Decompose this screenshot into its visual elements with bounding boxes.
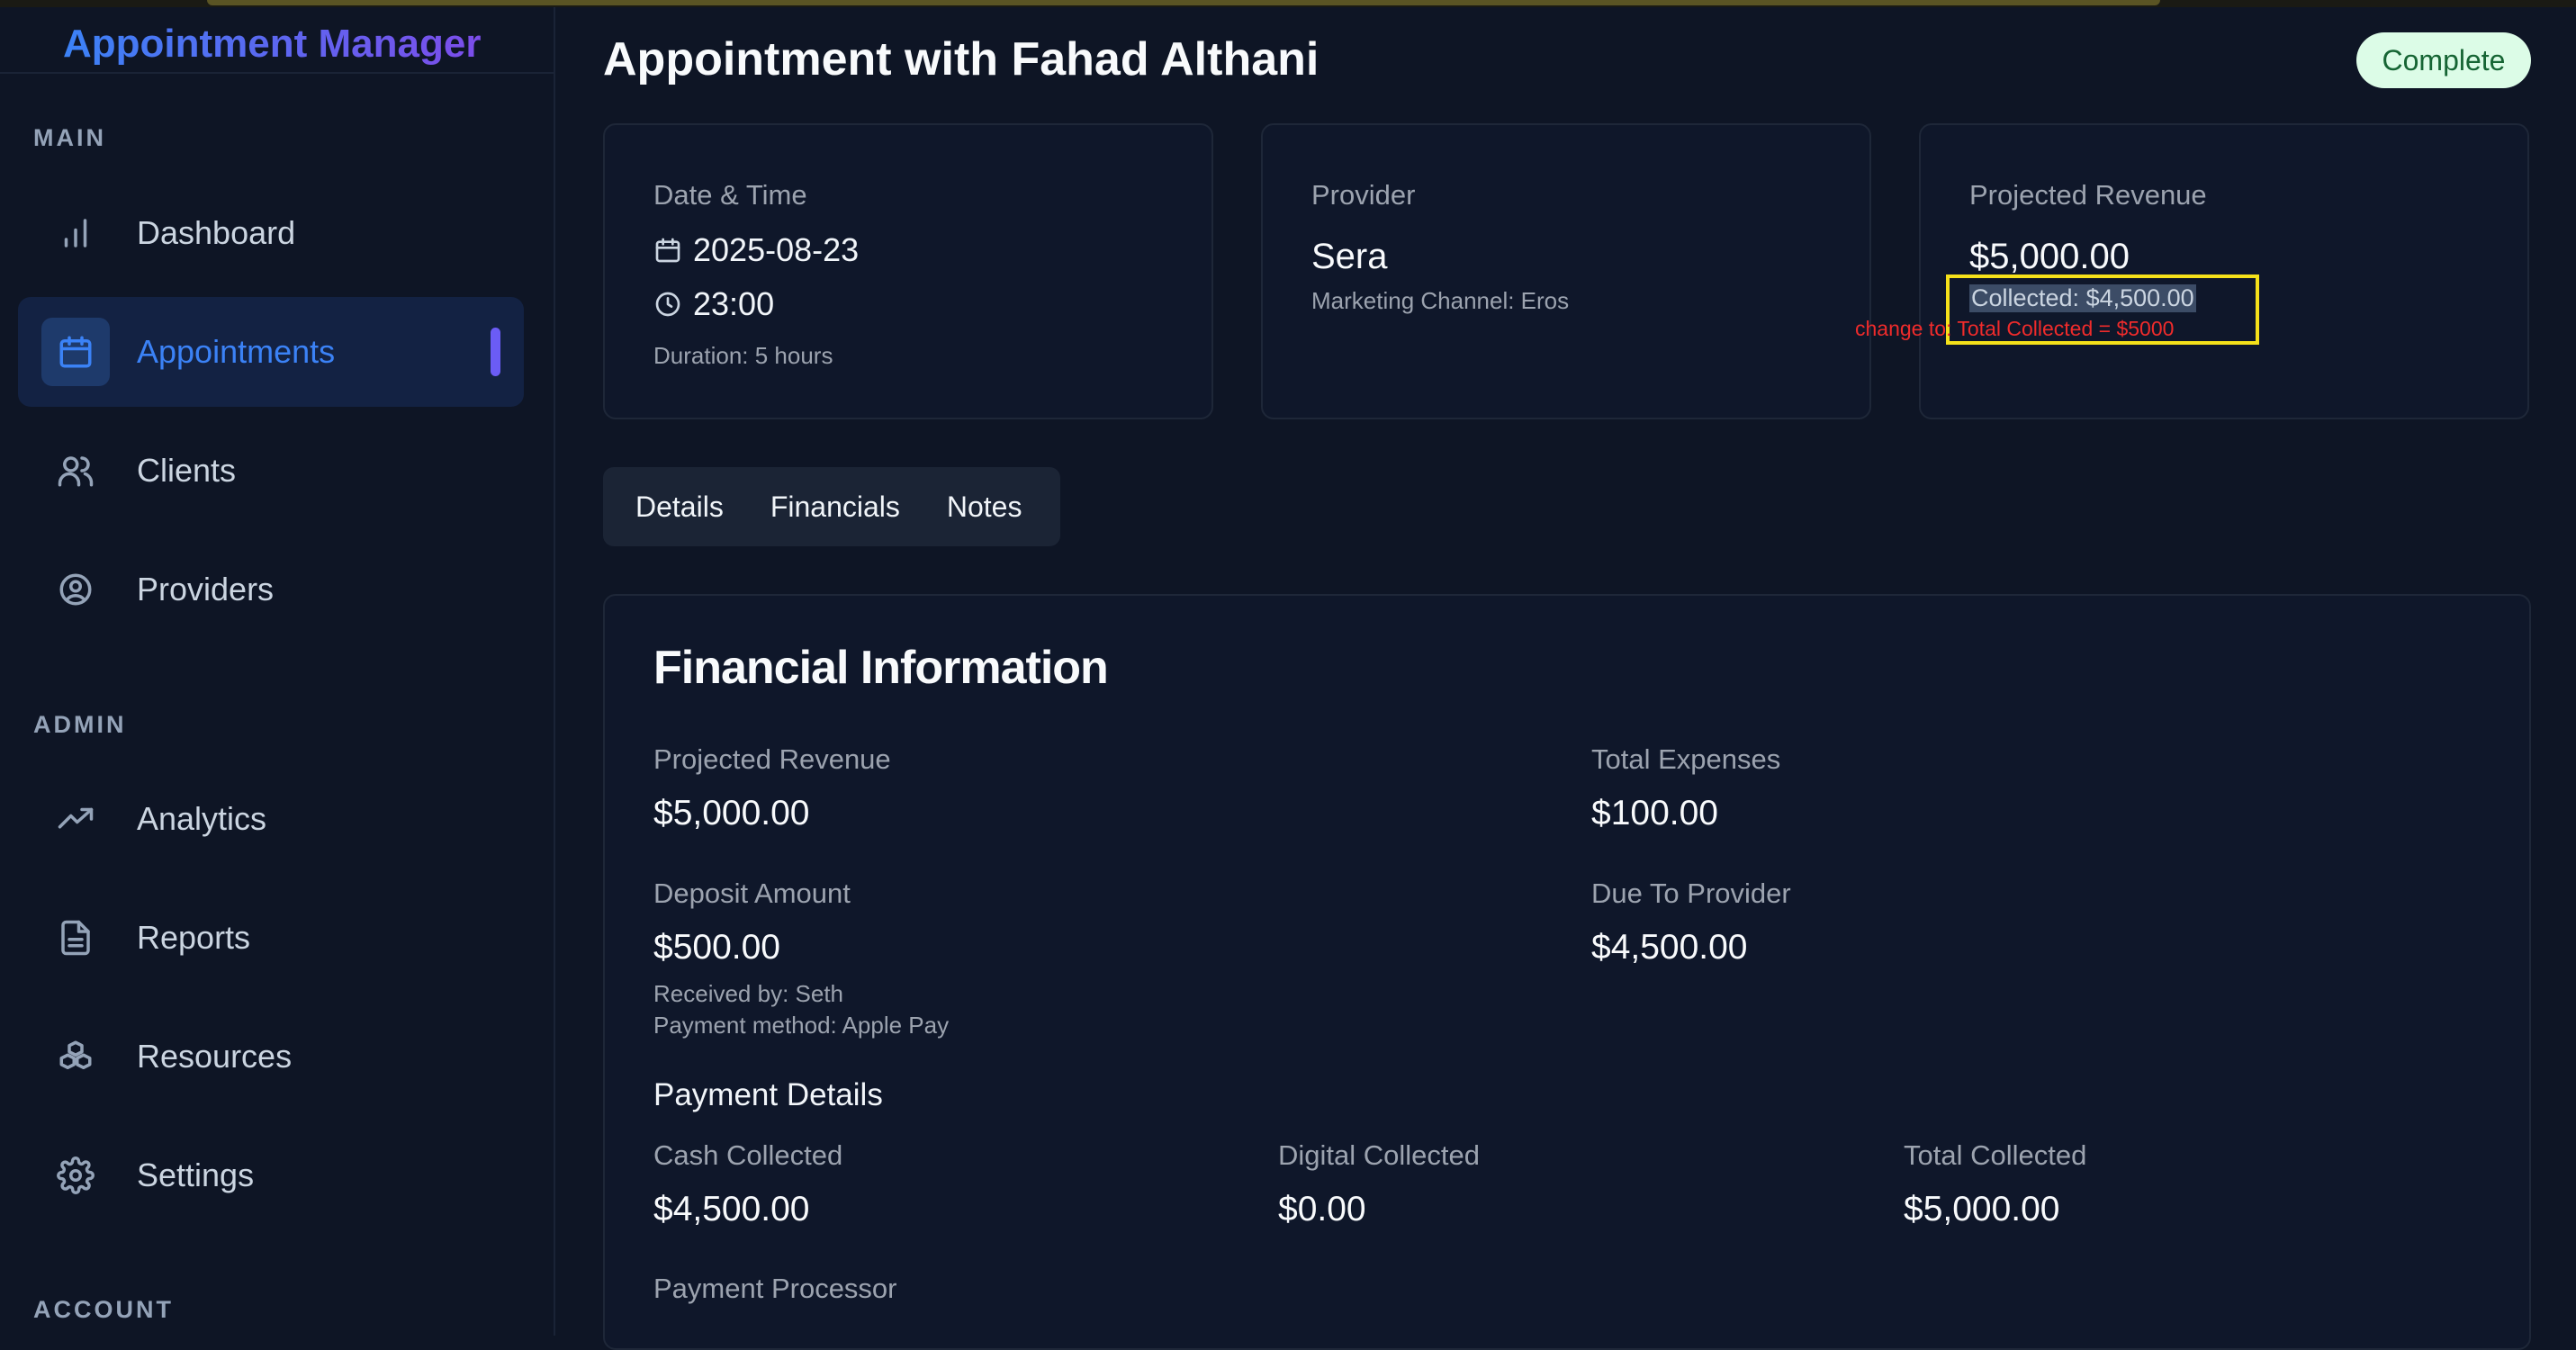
- datetime-card: Date & Time 2025-08-23 23:00 Duration: 5…: [603, 123, 1213, 419]
- sidebar-item-analytics[interactable]: Analytics: [18, 764, 524, 874]
- users-icon: [41, 436, 110, 505]
- tab-details[interactable]: Details: [619, 480, 740, 535]
- received-by: Received by: Seth: [653, 980, 844, 1007]
- sidebar-item-label: Resources: [137, 1038, 293, 1075]
- time-row: 23:00: [653, 285, 774, 323]
- sidebar: Appointment Manager MAIN Dashboard Appoi…: [0, 7, 555, 1336]
- boxes-icon: [41, 1022, 110, 1091]
- revenue-card: Projected Revenue $5,000.00 Collected: $…: [1919, 123, 2529, 419]
- time-value: 23:00: [693, 285, 775, 322]
- marketing-channel: Marketing Channel: Eros: [1311, 287, 1570, 314]
- financial-information-panel: Financial Information Projected Revenue …: [603, 594, 2531, 1350]
- section-title-main: MAIN: [33, 124, 106, 151]
- brand-divider: [0, 72, 555, 74]
- due-provider-value: $4,500.00: [1591, 928, 1748, 967]
- sidebar-item-dashboard[interactable]: Dashboard: [18, 178, 524, 288]
- projected-revenue-label: Projected Revenue: [653, 743, 891, 775]
- total-collected-label: Total Collected: [1904, 1139, 2087, 1171]
- revenue-caption: Projected Revenue: [1969, 179, 2207, 211]
- sidebar-item-appointments[interactable]: Appointments: [18, 297, 524, 407]
- sidebar-item-label: Clients: [137, 452, 237, 489]
- financial-title: Financial Information: [653, 642, 1109, 694]
- provider-caption: Provider: [1311, 179, 1416, 211]
- trending-up-icon: [41, 785, 110, 853]
- sidebar-item-label: Dashboard: [137, 214, 296, 251]
- payment-details-title: Payment Details: [653, 1077, 883, 1112]
- sidebar-item-label: Settings: [137, 1156, 255, 1193]
- gear-icon: [41, 1141, 110, 1210]
- section-title-account: ACCOUNT: [33, 1296, 174, 1323]
- duration-text: Duration: 5 hours: [653, 342, 833, 369]
- sidebar-item-label: Appointments: [137, 333, 336, 370]
- date-row: 2025-08-23: [653, 231, 859, 269]
- bar-chart-icon: [41, 199, 110, 267]
- file-text-icon: [41, 904, 110, 972]
- sidebar-item-reports[interactable]: Reports: [18, 883, 524, 993]
- brand-title[interactable]: Appointment Manager: [63, 22, 481, 67]
- status-badge: Complete: [2356, 32, 2531, 88]
- datetime-caption: Date & Time: [653, 179, 807, 211]
- sidebar-item-resources[interactable]: Resources: [18, 1002, 524, 1112]
- active-indicator: [491, 328, 500, 376]
- sidebar-item-label: Providers: [137, 571, 275, 608]
- sidebar-item-label: Reports: [137, 919, 251, 956]
- projected-revenue-value: $5,000.00: [653, 794, 810, 832]
- browser-top-bar: [0, 0, 2576, 7]
- clock-icon: [655, 292, 680, 317]
- total-collected-value: $5,000.00: [1904, 1190, 2060, 1228]
- calendar-icon: [655, 238, 680, 263]
- cash-collected-value: $4,500.00: [653, 1190, 810, 1228]
- payment-processor-label: Payment Processor: [653, 1273, 897, 1304]
- payment-method: Payment method: Apple Pay: [653, 1012, 950, 1039]
- due-provider-label: Due To Provider: [1591, 878, 1791, 909]
- page-title: Appointment with Fahad Althani: [603, 33, 1320, 86]
- cash-collected-label: Cash Collected: [653, 1139, 843, 1171]
- sidebar-item-providers[interactable]: Providers: [18, 535, 524, 644]
- deposit-value: $500.00: [653, 928, 780, 967]
- projected-revenue-amount: $5,000.00: [1969, 237, 2130, 276]
- deposit-label: Deposit Amount: [653, 878, 851, 909]
- digital-collected-label: Digital Collected: [1278, 1139, 1480, 1171]
- user-circle-icon: [41, 555, 110, 624]
- sidebar-item-label: Analytics: [137, 800, 267, 837]
- calendar-icon: [41, 318, 110, 386]
- section-title-admin: ADMIN: [33, 711, 127, 738]
- date-value: 2025-08-23: [693, 231, 860, 268]
- tab-financials[interactable]: Financials: [754, 480, 916, 535]
- total-expenses-label: Total Expenses: [1591, 743, 1781, 775]
- provider-name: Sera: [1311, 237, 1388, 276]
- provider-card: Provider Sera Marketing Channel: Eros: [1261, 123, 1871, 419]
- tab-notes[interactable]: Notes: [931, 480, 1039, 535]
- sidebar-item-settings[interactable]: Settings: [18, 1120, 524, 1230]
- top-bar-pill: [207, 0, 2160, 5]
- sidebar-item-clients[interactable]: Clients: [18, 416, 524, 526]
- annotation-note: change to: Total Collected = $5000: [1855, 317, 2175, 340]
- digital-collected-value: $0.00: [1278, 1190, 1366, 1228]
- total-expenses-value: $100.00: [1591, 794, 1718, 832]
- tab-bar: Details Financials Notes: [603, 467, 1060, 546]
